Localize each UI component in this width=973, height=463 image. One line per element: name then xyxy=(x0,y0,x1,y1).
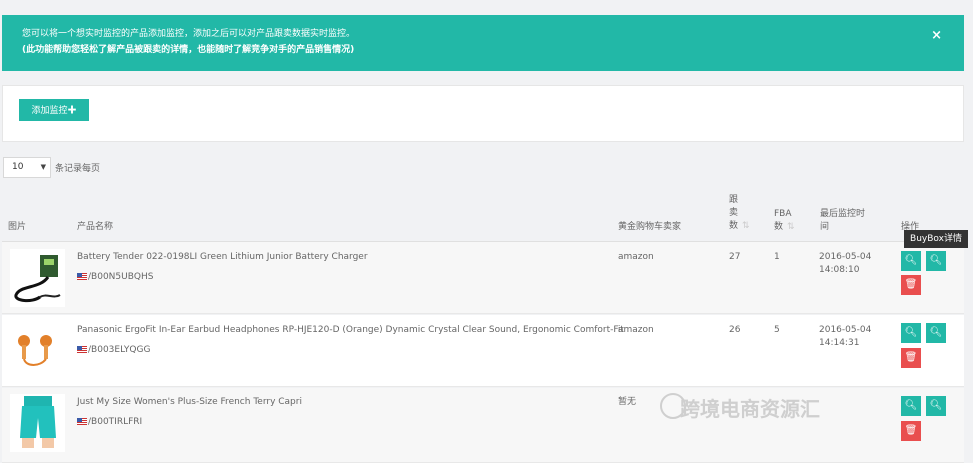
earbud-headphones-image xyxy=(18,335,52,366)
follow-count: 27 xyxy=(729,252,741,262)
battery-charger-image xyxy=(14,255,61,303)
header-fba-count[interactable]: FBA 数 ⇅ xyxy=(774,208,795,234)
asin-text: B003ELYQGG xyxy=(91,345,151,355)
last-monitor-date: 2016-05-04 xyxy=(819,252,872,262)
watermark: 跨境电商资源汇 xyxy=(680,397,820,421)
asin-text: B00TIRLFRI xyxy=(91,417,143,427)
header-fba-line-2: 数 ⇅ xyxy=(774,221,795,234)
header-follow-count-line-3: 数 ⇅ xyxy=(729,220,750,233)
header-follow-count-line-2: 卖 xyxy=(729,208,739,218)
asin-text: B00N5UBQHS xyxy=(91,272,154,282)
header-follow-count[interactable]: 跟 卖 数 ⇅ xyxy=(729,194,750,233)
alert-line-2: (此功能帮助您轻松了解产品被跟卖的详情，也能随时了解竞争对手的产品销售情况) xyxy=(22,45,355,55)
buybox-detail-tooltip: BuyBox详情 xyxy=(904,230,968,248)
caret-down-icon: ▼ xyxy=(40,163,46,171)
page-size-label: 条记录每页 xyxy=(55,164,101,174)
search-icon[interactable]: 🔍︎ xyxy=(901,251,921,271)
header-image: 图片 xyxy=(8,222,27,232)
us-flag-icon xyxy=(77,273,87,280)
product-name[interactable]: Just My Size Women's Plus-Size French Te… xyxy=(77,396,302,409)
header-last-time-line-2: 间 xyxy=(820,222,830,232)
product-thumbnail[interactable] xyxy=(10,394,65,452)
toolbar-panel: 添加监控✚ xyxy=(2,85,964,142)
product-name[interactable]: Panasonic ErgoFit In-Ear Earbud Headphon… xyxy=(77,324,624,337)
trash-icon[interactable]: 🗑 xyxy=(901,348,921,368)
last-monitor-clock: 14:14:31 xyxy=(819,338,860,348)
last-monitor-time: 2016-05-04 14:14:31 xyxy=(819,324,871,350)
product-name[interactable]: Battery Tender 022-0198LI Green Lithium … xyxy=(77,251,368,264)
last-monitor-clock: 14:08:10 xyxy=(819,265,860,275)
us-flag-icon xyxy=(77,346,87,353)
page-size-select[interactable]: 10 ▼ xyxy=(3,157,51,178)
sort-icon[interactable]: ⇅ xyxy=(787,222,795,232)
buybox-detail-search-icon[interactable]: 🔍︎ xyxy=(926,323,946,343)
product-thumbnail[interactable] xyxy=(10,321,65,379)
close-icon[interactable]: × xyxy=(931,28,942,43)
info-alert: 您可以将一个想实时监控的产品添加监控，添加之后可以对产品跟卖数据实时监控。 (此… xyxy=(2,15,964,71)
alert-line-1: 您可以将一个想实时监控的产品添加监控，添加之后可以对产品跟卖数据实时监控。 xyxy=(22,29,356,39)
header-fba-line-1: FBA xyxy=(774,209,792,219)
us-flag-icon xyxy=(77,418,87,425)
capri-pants-image xyxy=(20,396,56,448)
trash-icon[interactable]: 🗑 xyxy=(901,275,921,295)
header-last-time[interactable]: 最后监控时 间 xyxy=(820,208,865,234)
search-icon[interactable]: 🔍︎ xyxy=(901,396,921,416)
search-icon[interactable]: 🔍︎ xyxy=(901,323,921,343)
page-size-value: 10 xyxy=(12,162,24,172)
last-monitor-time: 2016-05-04 14:08:10 xyxy=(819,251,871,277)
product-thumbnail[interactable] xyxy=(10,249,65,307)
product-asin[interactable]: /B00N5UBQHS xyxy=(77,272,153,282)
trash-icon[interactable]: 🗑 xyxy=(901,421,921,441)
sort-icon[interactable]: ⇅ xyxy=(742,221,750,231)
header-last-time-line-1: 最后监控时 xyxy=(820,209,866,219)
header-follow-count-line-1: 跟 xyxy=(729,195,739,205)
table-row: Panasonic ErgoFit In-Ear Earbud Headphon… xyxy=(2,315,964,387)
product-asin[interactable]: /B003ELYQGG xyxy=(77,345,150,355)
header-product-name[interactable]: 产品名称 xyxy=(77,221,113,234)
buybox-seller: 暂无 xyxy=(618,397,637,407)
product-asin[interactable]: /B00TIRLFRI xyxy=(77,417,142,427)
header-fba-text: 数 xyxy=(774,222,784,232)
header-buybox-seller[interactable]: 黄金购物车卖家 xyxy=(618,221,681,234)
buybox-seller: amazon xyxy=(618,252,654,262)
fba-count: 1 xyxy=(774,252,780,262)
header-follow-count-text: 数 xyxy=(729,221,739,231)
buybox-seller: amazon xyxy=(618,325,654,335)
add-monitor-button[interactable]: 添加监控✚ xyxy=(19,99,89,121)
last-monitor-date: 2016-05-04 xyxy=(819,325,872,335)
table-row: Battery Tender 022-0198LI Green Lithium … xyxy=(2,242,964,314)
buybox-detail-search-icon[interactable]: 🔍︎ xyxy=(926,396,946,416)
follow-count: 26 xyxy=(729,325,741,335)
fba-count: 5 xyxy=(774,325,780,335)
buybox-detail-search-icon[interactable]: 🔍︎ xyxy=(926,251,946,271)
